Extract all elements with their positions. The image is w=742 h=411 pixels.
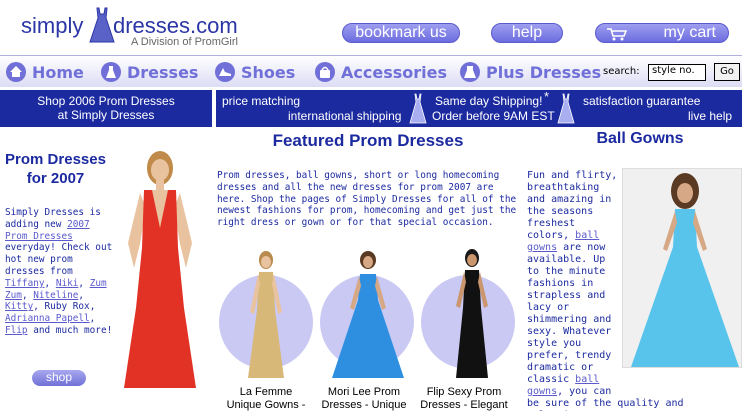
shop-button[interactable]: shop [32,370,86,386]
banner-line-1: Shop 2006 Prom Dresses [37,94,175,108]
la-femme-gown-image[interactable] [236,250,296,382]
ball-gowns-title: Ball Gowns [596,130,684,147]
ball-gowns-copy: , you can [557,386,612,397]
help-button[interactable]: help [491,23,563,43]
shop-2006-banner[interactable]: Shop 2006 Prom Dresses at Simply Dresses [0,90,212,127]
ball-gowns-copy: Fun and flirty, breathtaking and amazing… [527,170,618,241]
banner-line-2: at Simply Dresses [57,108,155,122]
nav-item-shoes[interactable]: Shoes [215,61,295,83]
brand-link[interactable]: Adrianna Papell [5,313,90,324]
ball-gown-model-image [631,173,739,367]
mori-lee-gown-image[interactable] [328,250,408,382]
prom-dresses-2007-title: Prom Dresses for 2007 [5,151,106,187]
plus-dress-icon [460,62,480,82]
shoe-icon [215,62,235,82]
product-caption-mori-lee[interactable]: Mori Lee Prom Dresses - Unique [314,386,414,411]
logo-tagline: A Division of PromGirl [131,36,238,48]
search-label: search: [603,66,640,77]
featured-prom-dresses-title: Featured Prom Dresses [272,131,464,150]
live-help-link[interactable]: live help [688,109,732,123]
ball-gowns-text: Fun and flirty, breathtaking and amazing… [527,170,684,411]
handbag-icon [315,62,335,82]
nav-item-dresses[interactable]: Dresses [101,61,198,83]
services-banner: price matching international shipping Sa… [216,90,742,127]
left-promo-text: Simply Dresses is adding new 2007 Prom D… [5,207,113,336]
caption-line: La Femme [239,386,293,398]
dress-icon [101,62,121,82]
international-shipping-link[interactable]: international shipping [288,109,401,123]
cart-icon [607,28,628,41]
ball-gowns-copy: be sure of the quality and selection. [527,398,684,411]
my-cart-button[interactable]: my cart [595,23,729,43]
caption-line: Mori Lee Prom [327,386,401,398]
brand-link[interactable]: Niki [56,278,79,289]
caption-line: Flip Sexy Prom [426,386,502,398]
dress-icon [557,93,575,124]
logo-text-simply: simply [21,13,84,38]
nav-label-dresses: Dresses [127,62,199,82]
same-day-shipping-text: Same day Shipping! [435,94,543,108]
brand-link[interactable]: Tiffany [5,278,45,289]
brand-link[interactable]: Kitty [5,301,33,312]
promo-text: and much more! [27,324,113,336]
go-button[interactable]: Go [714,63,740,81]
dress-icon [409,93,427,124]
featured-description: Prom dresses, ball gowns, short or long … [217,170,517,229]
main-nav: Home Dresses Shoes Accessories Plus Dres… [0,55,742,87]
product-caption-flip[interactable]: Flip Sexy Prom Dresses - Elegant [414,386,514,411]
caption-line: Dresses - Elegant [420,399,508,411]
product-caption-la-femme[interactable]: La Femme Unique Gowns - [216,386,316,411]
order-before-text: Order before 9AM EST [432,109,555,123]
promo-text: everyday! Check out hot new prom dresses… [5,242,113,277]
home-icon [6,62,26,82]
red-gown-model-image[interactable] [110,148,210,393]
satisfaction-guarantee-link[interactable]: satisfaction guarantee [583,94,700,108]
blue-ball-gown-image[interactable] [622,168,742,368]
nav-label-shoes: Shoes [241,62,296,82]
bookmark-button[interactable]: bookmark us [342,23,460,43]
caption-line: Unique Gowns - [226,399,306,411]
asterisk-mark: * [544,89,550,104]
nav-label-home: Home [32,62,84,82]
brand-link[interactable]: Flip [5,325,28,336]
price-matching-link[interactable]: price matching [222,94,300,108]
brand-text: Ruby Rox [44,301,90,313]
style-search-input[interactable]: style no. [648,64,706,81]
nav-item-home[interactable]: Home [6,61,84,83]
nav-label-accessories: Accessories [341,62,447,82]
brand-link[interactable]: Niteline [33,290,78,301]
nav-item-plus-dresses[interactable]: Plus Dresses [460,61,601,83]
nav-item-accessories[interactable]: Accessories [315,61,447,83]
ball-gowns-copy: are now available. Up to the minute fash… [527,242,612,385]
nav-label-plus-dresses: Plus Dresses [486,62,602,82]
my-cart-label: my cart [663,24,716,41]
caption-line: Dresses - Unique [321,399,407,411]
flip-black-gown-image[interactable] [444,248,500,382]
